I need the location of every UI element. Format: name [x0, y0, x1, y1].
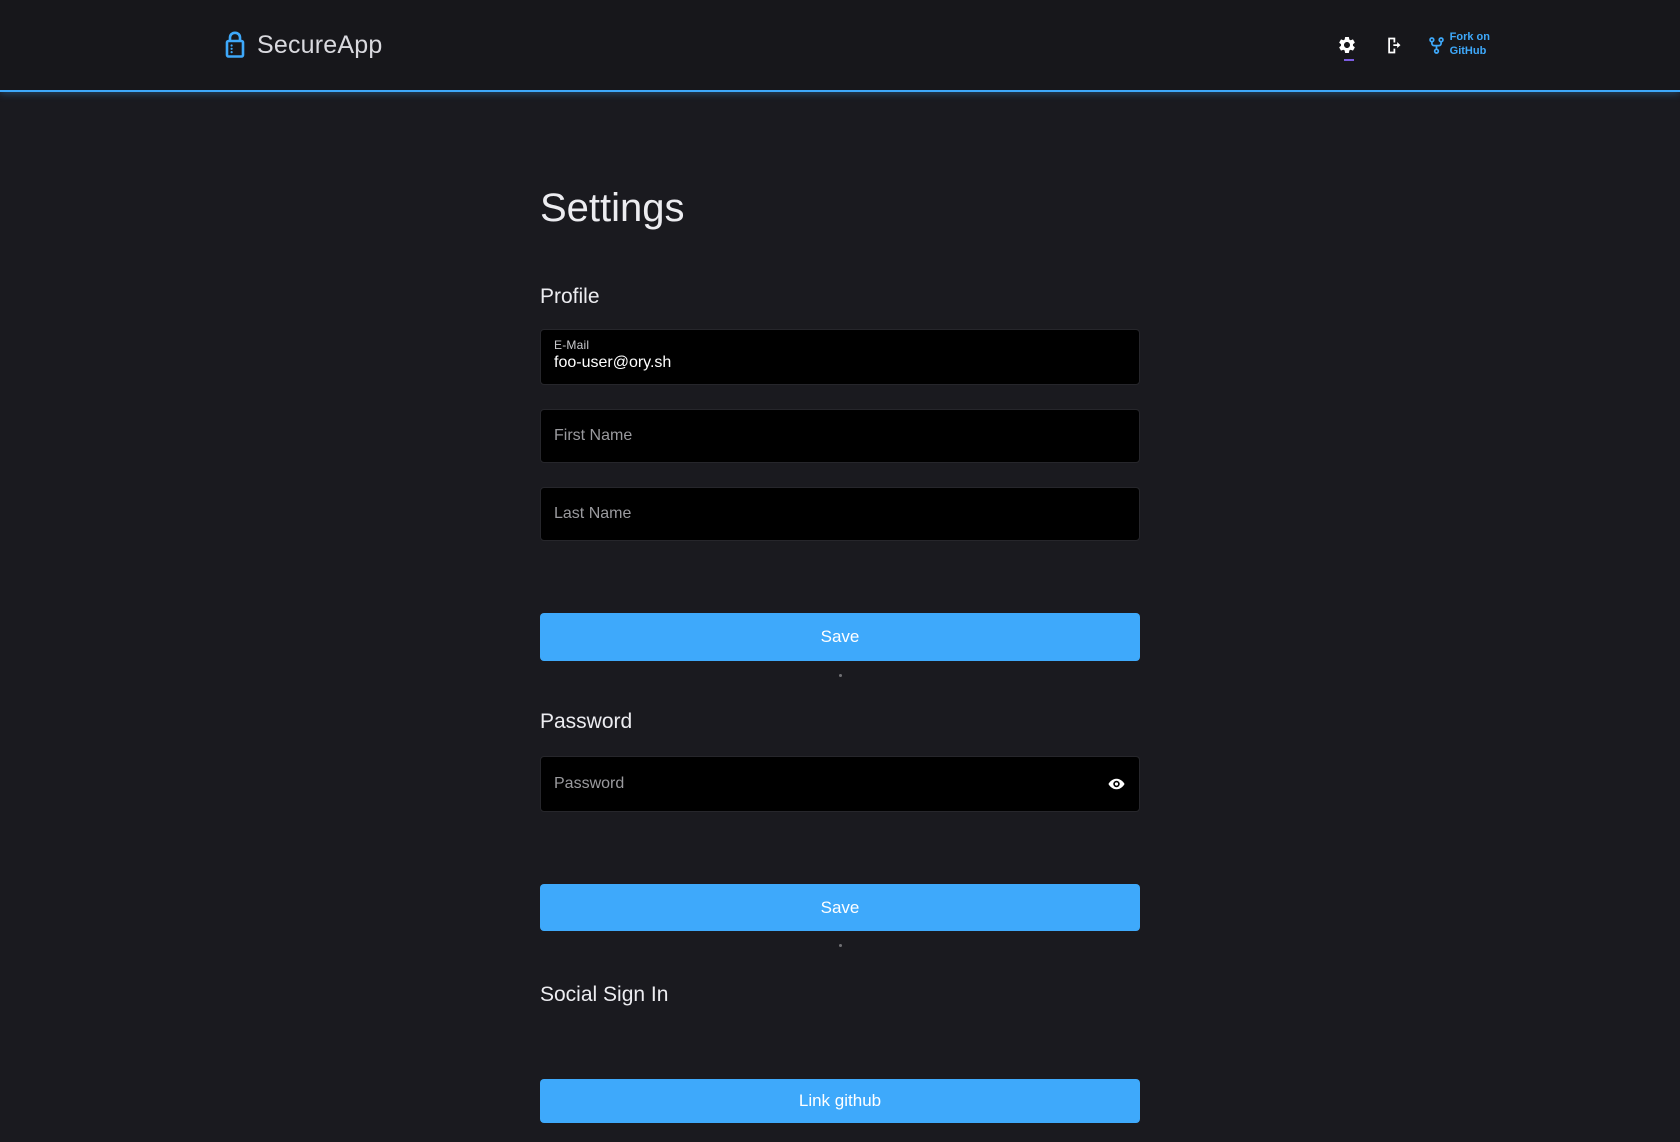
profile-heading: Profile — [540, 285, 1140, 309]
git-fork-icon — [1428, 36, 1445, 55]
cursor-dash — [1344, 59, 1354, 61]
toggle-password-visibility-button[interactable] — [1107, 775, 1126, 794]
app-header: SecureApp — [0, 0, 1680, 92]
password-save-button[interactable]: Save — [540, 884, 1140, 931]
eye-icon — [1107, 775, 1126, 794]
email-field-label: E-Mail — [554, 338, 1126, 352]
header-actions: Fork on GitHub — [1335, 31, 1490, 59]
email-field[interactable]: E-Mail — [540, 329, 1140, 385]
page-title: Settings — [540, 186, 1140, 231]
social-sign-in-heading: Social Sign In — [540, 983, 1140, 1007]
app-logo[interactable]: SecureApp — [224, 31, 383, 60]
password-field — [540, 756, 1140, 812]
fork-on-github-link[interactable]: Fork on GitHub — [1428, 31, 1490, 59]
form-message-dot — [839, 944, 842, 947]
first-name-input[interactable] — [540, 409, 1140, 463]
settings-content: Settings Profile E-Mail Save Password Sa… — [540, 186, 1140, 1123]
app-title: SecureApp — [257, 31, 383, 60]
gear-icon — [1337, 35, 1357, 55]
link-github-button[interactable]: Link github — [540, 1079, 1140, 1123]
password-heading: Password — [540, 710, 1140, 734]
email-input[interactable] — [554, 354, 1126, 372]
settings-button[interactable] — [1335, 33, 1359, 57]
form-message-dot — [839, 674, 842, 677]
fork-link-label: Fork on GitHub — [1450, 31, 1490, 59]
last-name-input[interactable] — [540, 487, 1140, 541]
profile-save-button[interactable]: Save — [540, 613, 1140, 661]
logout-button[interactable] — [1381, 33, 1406, 58]
logout-icon — [1383, 35, 1404, 56]
password-input[interactable] — [540, 756, 1140, 812]
lock-icon — [224, 31, 246, 59]
